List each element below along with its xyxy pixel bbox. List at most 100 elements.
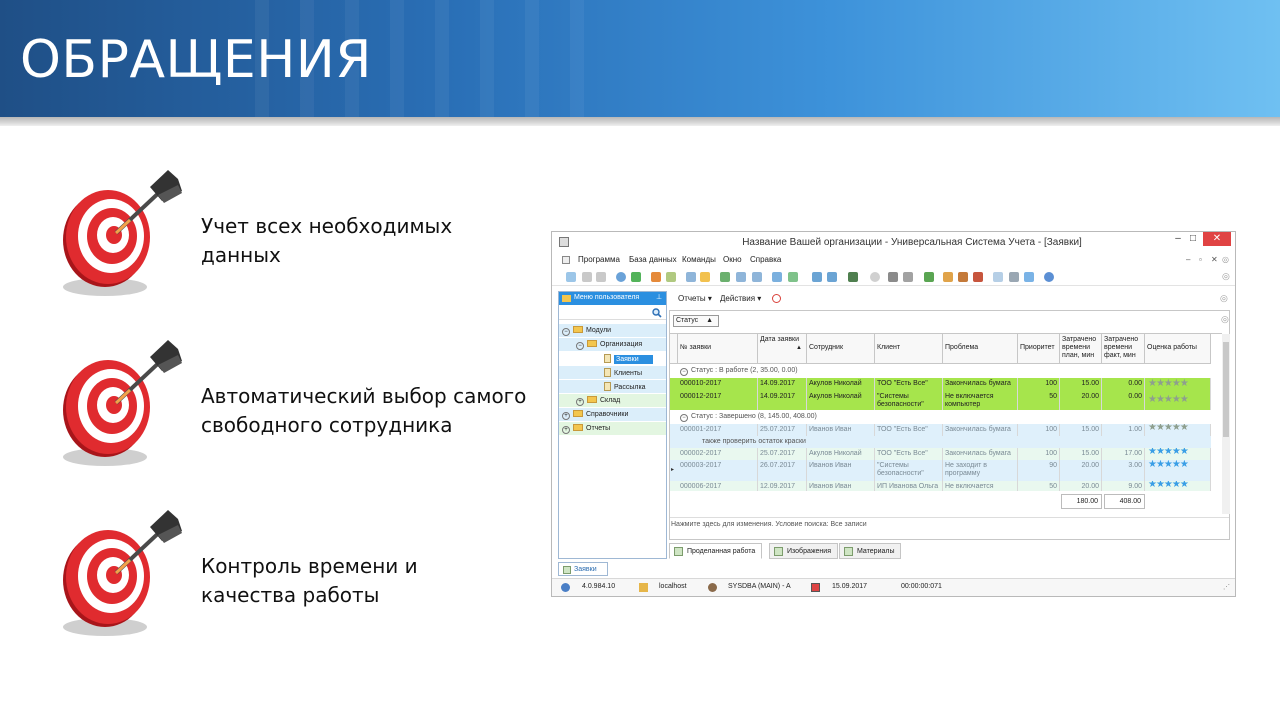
search-icon[interactable] (616, 272, 626, 282)
cell-rating[interactable]: ★★★★★ (1145, 378, 1211, 391)
user-menu-search[interactable] (559, 306, 666, 320)
export-icon[interactable] (788, 272, 798, 282)
table-row[interactable]: 000006-2017 12.09.2017 Иванов Иван ИП Ив… (670, 481, 1211, 491)
share-icon[interactable] (1024, 272, 1034, 282)
menu-window[interactable]: Окно (723, 255, 742, 264)
table-row[interactable]: 000001-2017 25.07.2017 Иванов Иван ТОО "… (670, 424, 1211, 436)
table-row[interactable]: 000012-2017 14.09.2017 Акулов Николай "С… (670, 391, 1211, 410)
folder-icon[interactable] (700, 272, 710, 282)
reports-dropdown[interactable]: Отчеты ▾ (678, 294, 712, 303)
menu-help[interactable]: Справка (750, 255, 781, 264)
table-row[interactable]: ▸ 000003-2017 26.07.2017 Иванов Иван "Си… (670, 460, 1211, 481)
down-icon[interactable] (736, 272, 746, 282)
checklist-icon[interactable] (924, 272, 934, 282)
tree-item-organization[interactable]: − Организация (559, 338, 666, 351)
tree-item-mailing[interactable]: Рассылка (559, 380, 666, 393)
cell-rating[interactable]: ★★★★★ (1145, 460, 1211, 481)
expand-icon[interactable]: + (562, 426, 570, 434)
rating-stars[interactable]: ★★★★★ (1148, 424, 1189, 433)
tab-requests-window[interactable]: Заявки (558, 562, 608, 576)
up-icon[interactable] (752, 272, 762, 282)
info-icon[interactable] (1044, 272, 1054, 282)
grid-settings-icon[interactable]: ◎ (1221, 314, 1229, 325)
window-alt-icon[interactable] (827, 272, 837, 282)
column-header[interactable]: Проблема (943, 334, 1018, 364)
group-row-completed[interactable]: − Статус : Завершено (8, 145.00, 408.00) (678, 411, 1211, 423)
tab-work-done[interactable]: Проделанная работа (669, 543, 763, 559)
tab-images[interactable]: Изображения (769, 543, 838, 559)
menu-commands[interactable]: Команды (682, 255, 716, 264)
collapse-icon[interactable]: − (576, 342, 584, 350)
actions-dropdown[interactable]: Действия ▾ (720, 294, 761, 303)
grid-scrollbar[interactable] (1222, 334, 1230, 514)
collapse-icon[interactable]: − (680, 368, 688, 376)
cell-rating[interactable]: ★★★★★ (1145, 481, 1211, 491)
tree-item-warehouse[interactable]: + Склад (559, 394, 666, 407)
tree-item-clients[interactable]: Клиенты (559, 366, 666, 379)
tools-icon[interactable] (888, 272, 898, 282)
new-record-icon[interactable] (566, 272, 576, 282)
window-icon[interactable] (812, 272, 822, 282)
column-header[interactable]: Приоритет (1018, 334, 1060, 364)
group-row-in-progress[interactable]: − Статус : В работе (2, 35.00, 0.00) (678, 365, 1211, 377)
column-header[interactable]: Сотрудник (807, 334, 875, 364)
column-header[interactable]: № заявки (678, 334, 758, 364)
panel-settings-icon[interactable]: ◎ (1220, 293, 1228, 304)
lock-icon[interactable] (943, 272, 953, 282)
mdi-minimize-icon[interactable]: – (1186, 255, 1190, 264)
filter-clear-icon[interactable] (666, 272, 676, 282)
mdi-restore-icon[interactable]: ▫ (1199, 255, 1202, 264)
tree-item-reports[interactable]: + Отчеты (559, 422, 666, 435)
rating-stars[interactable]: ★★★★★ (1148, 379, 1189, 389)
filter-status-line[interactable]: Нажмите здесь для изменения. Условие пои… (670, 517, 1229, 531)
expand-icon[interactable]: + (576, 398, 584, 406)
tree-item-references[interactable]: + Справочники (559, 408, 666, 421)
group-by-status-chip[interactable]: Статус ▲ (673, 315, 719, 327)
copy-icon[interactable] (582, 272, 592, 282)
cell-rating[interactable]: ★★★★★ (1145, 448, 1211, 460)
resize-grip-icon[interactable]: ⋰ (1223, 583, 1230, 591)
filter-icon[interactable] (651, 272, 661, 282)
rating-stars[interactable]: ★★★★★ (1148, 460, 1189, 470)
column-header[interactable]: Оценка работы (1145, 334, 1211, 364)
move-icon[interactable] (973, 272, 983, 282)
cell-rating[interactable]: ★★★★★ (1145, 391, 1211, 410)
calendar-icon[interactable] (993, 272, 1003, 282)
tab-materials[interactable]: Материалы (839, 543, 902, 559)
tree-item-modules[interactable]: − Модули (559, 324, 666, 337)
collapse-icon[interactable]: − (562, 328, 570, 336)
rating-stars[interactable]: ★★★★★ (1148, 481, 1189, 490)
refresh-icon[interactable] (631, 272, 641, 282)
mdi-settings-icon[interactable]: ◎ (1222, 255, 1229, 264)
stop-icon[interactable] (772, 294, 781, 303)
collapse-icon[interactable]: − (680, 414, 688, 422)
first-icon[interactable] (720, 272, 730, 282)
wrench-icon[interactable] (903, 272, 913, 282)
expand-icon[interactable]: + (562, 412, 570, 420)
column-header[interactable]: Клиент (875, 334, 943, 364)
scrollbar-thumb[interactable] (1223, 342, 1229, 437)
print-icon[interactable] (1009, 272, 1019, 282)
users-icon[interactable] (958, 272, 968, 282)
tree-item-requests[interactable]: Заявки (559, 352, 666, 365)
close-button[interactable]: ✕ (1203, 232, 1231, 246)
table-row[interactable]: 000002-2017 25.07.2017 Акулов Николай ТО… (670, 448, 1211, 460)
column-header[interactable]: Затрачено времени факт, мин (1102, 334, 1145, 364)
grid-icon[interactable] (772, 272, 782, 282)
rating-stars[interactable]: ★★★★★ (1148, 448, 1189, 457)
column-header[interactable]: Затрачено времени план, мин (1060, 334, 1102, 364)
mdi-close-icon[interactable]: ✕ (1211, 255, 1218, 264)
search-icon[interactable] (652, 308, 662, 318)
cell-rating[interactable]: ★★★★★ (1145, 424, 1211, 436)
table-row[interactable]: 000010-2017 14.09.2017 Акулов Николай ТО… (670, 378, 1211, 391)
chart-icon[interactable] (848, 272, 858, 282)
column-header[interactable]: Дата заявки ▲ (758, 334, 807, 364)
menu-database[interactable]: База данных (629, 255, 677, 264)
clock-icon[interactable] (870, 272, 880, 282)
delete-icon[interactable] (596, 272, 606, 282)
menu-program[interactable]: Программа (578, 255, 620, 264)
sort-icon[interactable] (686, 272, 696, 282)
pin-icon[interactable]: ⊥ (656, 293, 662, 301)
rating-stars[interactable]: ★★★★★ (1148, 395, 1189, 405)
toolbar-settings-icon[interactable]: ◎ (1222, 271, 1230, 282)
